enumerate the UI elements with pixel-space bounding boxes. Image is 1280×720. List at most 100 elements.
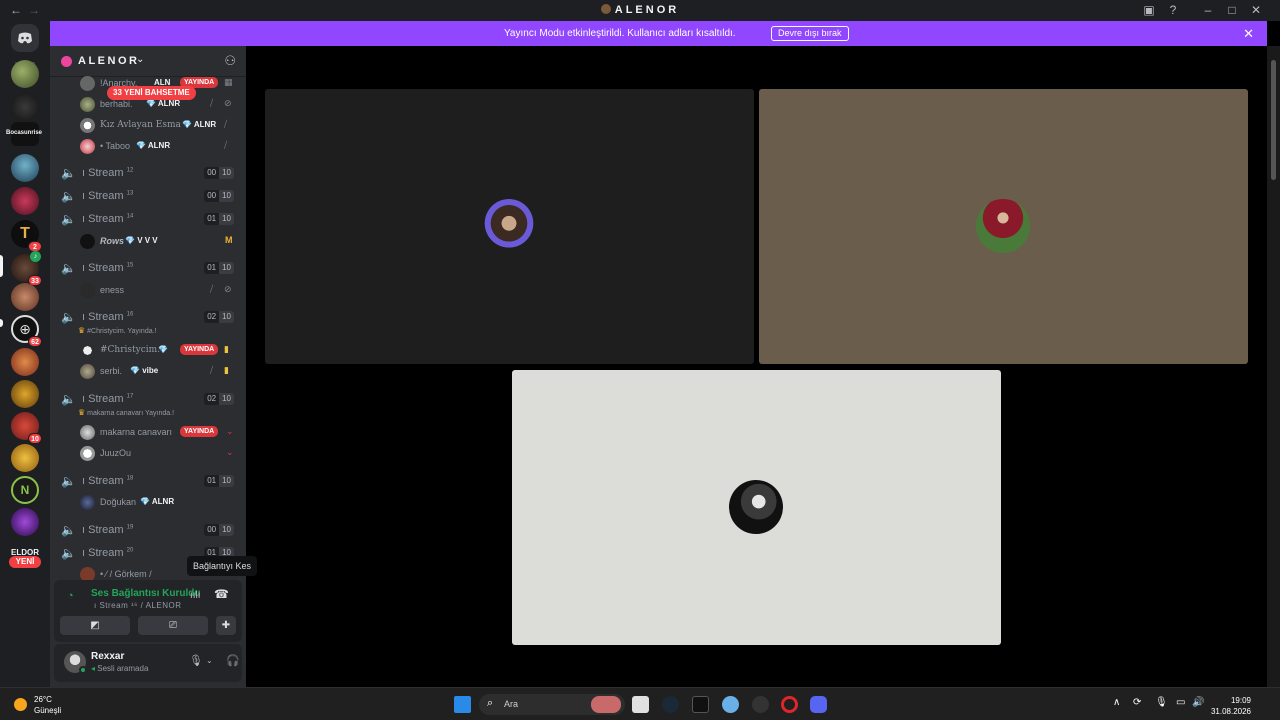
- signal-icon[interactable]: ◔: [67, 590, 74, 602]
- user-panel: Rexxar ◂ Sesli aramada 🎙 ⌄ 🎧 ⌄ ⚙: [54, 644, 246, 682]
- user-avatar: [80, 364, 95, 379]
- voice-user-juuz[interactable]: JuuzOu ⌄: [50, 443, 246, 463]
- user-display-name[interactable]: Rexxar: [91, 651, 124, 662]
- volume-icon[interactable]: 🔊: [1192, 697, 1204, 708]
- page-scrollbar[interactable]: [1267, 46, 1280, 687]
- activities-button[interactable]: ✚: [216, 616, 236, 635]
- voice-user-dogukan[interactable]: Doğukan 💎 ALNR: [50, 492, 246, 512]
- server-icon-12[interactable]: 10: [11, 412, 42, 444]
- voice-channel-stream-19[interactable]: 🔈 ı Stream 19 00 10: [50, 520, 246, 540]
- server-icon-11[interactable]: [11, 380, 39, 408]
- voice-channel-stream-18[interactable]: 🔈 ı Stream 18 01 10: [50, 471, 246, 491]
- voice-user-rows[interactable]: Rows 💎 V V V M: [50, 231, 246, 251]
- weather-sun-icon[interactable]: [14, 698, 27, 711]
- server-icon-13[interactable]: [11, 444, 39, 472]
- crown-icon: ♛: [78, 408, 86, 417]
- participant-tile-3[interactable]: [512, 370, 1001, 645]
- file-explorer-icon[interactable]: [632, 696, 649, 713]
- voice-channel-stream-14[interactable]: 🔈 ı Stream 14 01 10: [50, 209, 246, 229]
- network-icon[interactable]: ▭: [1176, 697, 1185, 708]
- maximize-icon[interactable]: □: [1224, 3, 1240, 17]
- voice-user-eness[interactable]: eness ⧸ ⊘: [50, 280, 246, 300]
- guild-badge-icon: [61, 56, 72, 67]
- weather-widget[interactable]: 26°C Güneşli: [34, 694, 61, 716]
- channel-number: 14: [126, 213, 134, 220]
- user-limit: 01 10: [204, 213, 234, 225]
- disable-streamer-mode-button[interactable]: Devre dışı bırak: [771, 26, 849, 41]
- voice-channel-stream-17[interactable]: 🔈 ı Stream 17 02 10: [50, 389, 246, 409]
- voice-channel-stream-13[interactable]: 🔈 ı Stream 13 00 10: [50, 186, 246, 206]
- steam-icon[interactable]: [662, 696, 679, 713]
- channel-number: 19: [126, 524, 134, 531]
- user-avatar: [80, 446, 95, 461]
- scrollbar-thumb[interactable]: [1271, 60, 1276, 180]
- windows-start-icon[interactable]: [454, 696, 471, 713]
- server-icon-14[interactable]: N: [11, 476, 39, 504]
- channel-name: ı Stream 16: [82, 311, 134, 323]
- server-icon-15[interactable]: [11, 508, 39, 536]
- channel-name: ı Stream 20: [82, 547, 134, 559]
- channel-name: ı Stream 13: [82, 190, 134, 202]
- server-icon-hb[interactable]: ⊕ 62: [11, 315, 42, 347]
- server-icon-alenor[interactable]: ♪ 33: [11, 251, 42, 286]
- user-avatar: [80, 76, 95, 91]
- taskbar-search[interactable]: ⌕ Ara: [479, 694, 625, 715]
- participant-tile-2[interactable]: [759, 89, 1248, 364]
- camera-off-button[interactable]: ◩: [60, 616, 130, 635]
- inbox-icon[interactable]: ▣: [1141, 3, 1157, 17]
- user-limit: 01 10: [204, 475, 234, 487]
- voice-channel-stream-16[interactable]: 🔈 ı Stream 16 02 10: [50, 307, 246, 327]
- epic-games-icon[interactable]: [692, 696, 709, 713]
- server-icon-1[interactable]: [11, 60, 39, 88]
- voice-user-serbi[interactable]: serbi. 💎 vibe ⧸ ▮: [50, 361, 246, 381]
- discord-taskbar-icon[interactable]: [810, 696, 827, 713]
- server-icon-t[interactable]: T2: [11, 220, 42, 252]
- banner-close-icon[interactable]: ✕: [1243, 26, 1254, 42]
- settings-app-icon[interactable]: [722, 696, 739, 713]
- help-icon[interactable]: ?: [1165, 3, 1181, 17]
- channel-number: 20: [126, 547, 134, 554]
- online-status-icon: [79, 666, 87, 674]
- opera-icon[interactable]: [781, 696, 798, 713]
- microphone-icon[interactable]: 🎙: [189, 654, 203, 667]
- voice-user-makarna[interactable]: makarna canavarı YAYINDA ⌄: [50, 422, 246, 442]
- voice-user-kiz[interactable]: Kız Avlayan Esma 💎 ALNR ⧸: [50, 115, 246, 135]
- mic-options-chevron-icon[interactable]: ⌄: [206, 656, 213, 665]
- user-limit: 00 10: [204, 167, 234, 179]
- participant-tile-1[interactable]: [265, 89, 754, 364]
- invite-user-icon[interactable]: ⚇: [224, 53, 236, 69]
- server-icon-2[interactable]: [11, 93, 39, 121]
- app-icon[interactable]: [752, 696, 769, 713]
- server-icon-10[interactable]: [11, 348, 39, 376]
- window-title-text: ALENOR: [614, 4, 680, 16]
- voice-user-christy[interactable]: #Christycim. 💎 YAYINDA ▮: [50, 340, 246, 360]
- voice-channel-link[interactable]: ı Stream ¹⁶ / ALENOR: [94, 601, 182, 610]
- taskbar-clock[interactable]: 19:09 31.08.2026: [1211, 695, 1251, 717]
- server-icon-4[interactable]: [11, 154, 39, 182]
- close-window-icon[interactable]: ✕: [1248, 3, 1264, 17]
- voice-user-taboo[interactable]: • Taboo 💎 ALNR ⧸: [50, 136, 246, 156]
- title-bar: ← → ALENOR ▣ ? – □ ✕: [0, 0, 1280, 21]
- disconnect-icon[interactable]: ☎: [214, 587, 229, 601]
- server-icon-bocasunrise[interactable]: Bocasunrise: [6, 122, 42, 146]
- user-name: berhabi.: [100, 99, 133, 109]
- user-max: 10: [219, 262, 234, 274]
- server-icon-5[interactable]: [11, 187, 39, 215]
- voice-channel-stream-12[interactable]: 🔈 ı Stream 12 00 10: [50, 163, 246, 183]
- voice-status-title[interactable]: Ses Bağlantısı Kuruldu: [91, 588, 200, 599]
- headphones-icon[interactable]: 🎧: [226, 654, 240, 667]
- server-icon-8[interactable]: [11, 283, 39, 311]
- screen-share-button[interactable]: ⎚: [138, 616, 208, 635]
- voice-connection-panel: ◔ Ses Bağlantısı Kuruldu ı Stream ¹⁶ / A…: [54, 580, 242, 642]
- sync-icon[interactable]: ⟳: [1133, 697, 1141, 708]
- user-max: 10: [219, 475, 234, 487]
- discord-app-window: ← → ALENOR ▣ ? – □ ✕ Bocasunrise T2 ♪ 33 …: [0, 0, 1280, 720]
- new-mentions-pill[interactable]: 33 YENİ BAHSETME: [107, 86, 196, 100]
- mic-tray-icon[interactable]: 🎙: [1155, 697, 1168, 708]
- discord-home-button[interactable]: [11, 24, 39, 52]
- voice-channel-stream-15[interactable]: 🔈 ı Stream 15 01 10: [50, 258, 246, 278]
- noise-suppression-icon[interactable]: ıılı: [190, 590, 201, 601]
- tray-overflow-icon[interactable]: ∧: [1113, 697, 1120, 708]
- channel-status-text: #Christycim. Yayında.!: [87, 328, 157, 335]
- minimize-icon[interactable]: –: [1200, 3, 1216, 17]
